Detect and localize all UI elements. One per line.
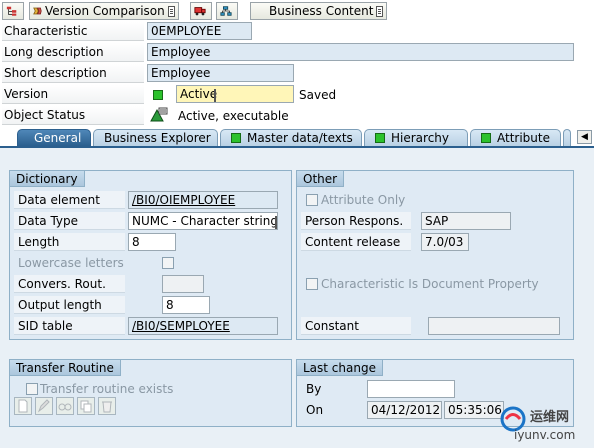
tab-business-explorer-label: Business Explorer	[104, 131, 211, 145]
tab-master-data[interactable]: Master data/texts	[220, 129, 362, 146]
version-label: Version	[2, 85, 144, 104]
tab-general-label: General	[34, 131, 82, 145]
last-change-title: Last change	[297, 360, 383, 376]
changed-on-time-field[interactable]: 05:35:06	[444, 401, 504, 419]
transfer-routine-toolbar	[14, 397, 120, 419]
constant-field[interactable]	[428, 317, 560, 335]
pencil-icon	[37, 399, 50, 413]
tree-icon	[6, 6, 17, 16]
tab-general[interactable]: General	[17, 129, 91, 146]
status-green-icon	[231, 133, 241, 143]
status-green-icon	[153, 90, 163, 100]
delete-button[interactable]	[98, 397, 116, 415]
tab-attribute[interactable]: Attribute	[470, 129, 561, 146]
scroll-left-icon: ◀	[581, 132, 588, 142]
compare-icon	[33, 7, 42, 15]
sid-table-field[interactable]: /BI0/SEMPLOYEE	[128, 317, 278, 335]
watermark-url: iyunv.com	[514, 428, 576, 442]
tab-hierarchy[interactable]: Hierarchy	[364, 129, 468, 146]
changed-by-field[interactable]	[367, 380, 455, 398]
tab-overflow[interactable]	[563, 129, 571, 146]
length-field[interactable]: 8	[128, 233, 176, 251]
long-description-field[interactable]: Employee	[147, 43, 574, 61]
lowercase-checkbox[interactable]	[162, 257, 174, 269]
attribute-only-label: Attribute Only	[321, 193, 406, 207]
data-element-label: Data element	[14, 191, 125, 209]
output-length-field[interactable]: 8	[162, 296, 210, 314]
dictionary-panel: Dictionary Data element /BI0/OIEMPLOYEE …	[9, 170, 292, 340]
other-panel: Other Attribute Only Person Respons. SAP…	[296, 170, 574, 340]
sid-table-label: SID table	[14, 317, 125, 335]
menu-icon	[167, 5, 175, 17]
trash-icon	[102, 401, 112, 413]
watermark: 运维网 iyunv.com	[500, 404, 594, 448]
characteristic-label: Characteristic	[2, 22, 144, 41]
status-green-icon	[481, 133, 491, 143]
transfer-routine-title: Transfer Routine	[10, 360, 121, 376]
person-respons-label: Person Respons.	[301, 212, 411, 230]
data-element-field[interactable]: /BI0/OIEMPLOYEE	[128, 191, 278, 209]
data-type-select[interactable]: NUMC - Character string	[128, 212, 278, 230]
object-status-label: Object Status	[2, 106, 144, 125]
object-status-value: Active, executable	[178, 109, 289, 123]
data-type-value: NUMC - Character string	[132, 214, 278, 228]
person-respons-field[interactable]: SAP	[421, 212, 511, 230]
copy-button[interactable]	[77, 397, 95, 415]
where-used-button[interactable]	[216, 2, 238, 20]
other-title: Other	[297, 171, 345, 187]
version-value: Active	[180, 87, 218, 101]
tab-master-data-label: Master data/texts	[247, 131, 353, 145]
dictionary-title: Dictionary	[10, 171, 85, 187]
tab-hierarchy-label: Hierarchy	[391, 131, 450, 145]
display-button[interactable]	[56, 397, 74, 415]
convers-rout-label: Convers. Rout.	[14, 275, 125, 293]
output-length-label: Output length	[14, 296, 125, 314]
tab-attribute-label: Attribute	[497, 131, 550, 145]
data-type-label: Data Type	[14, 212, 125, 230]
executable-status-icon	[150, 107, 168, 122]
business-content-button[interactable]: Business Content	[250, 2, 387, 20]
attribute-only-checkbox[interactable]	[306, 194, 318, 206]
convers-rout-field[interactable]	[162, 275, 204, 293]
char-doc-property-label: Characteristic Is Document Property	[321, 277, 539, 291]
content-release-label: Content release	[301, 233, 411, 251]
business-content-label: Business Content	[269, 4, 374, 18]
length-label: Length	[14, 233, 125, 251]
changed-by-label: By	[306, 382, 322, 396]
short-description-field[interactable]: Employee	[147, 64, 294, 82]
edit-button[interactable]	[35, 397, 53, 415]
glasses-icon	[58, 403, 72, 411]
version-select[interactable]: Active	[176, 85, 294, 103]
version-comparison-button[interactable]: Version Comparison	[29, 2, 179, 20]
transfer-routine-label: Transfer routine exists	[40, 382, 174, 396]
tab-business-explorer[interactable]: Business Explorer	[93, 129, 218, 146]
transfer-routine-panel: Transfer Routine Transfer routine exists	[9, 359, 292, 427]
transfer-routine-checkbox[interactable]	[26, 383, 38, 395]
dropdown-icon	[274, 216, 277, 229]
create-button[interactable]	[14, 397, 32, 415]
transport-button[interactable]	[190, 2, 212, 20]
changed-on-label: On	[306, 403, 324, 417]
version-comparison-label: Version Comparison	[44, 4, 165, 18]
new-document-icon	[18, 399, 28, 413]
char-doc-property-checkbox[interactable]	[306, 278, 318, 290]
lowercase-label: Lowercase letters	[18, 256, 124, 270]
long-description-label: Long description	[2, 43, 144, 62]
watermark-cn: 运维网	[530, 410, 570, 425]
status-green-icon	[375, 133, 385, 143]
truck-icon	[194, 7, 206, 16]
characteristic-field[interactable]: 0EMPLOYEE	[147, 22, 252, 40]
menu-icon	[376, 5, 383, 17]
changed-on-date-field[interactable]: 04/12/2012	[367, 401, 442, 419]
tab-scroll-left-button[interactable]: ◀	[577, 130, 592, 144]
constant-label: Constant	[301, 317, 411, 335]
short-description-label: Short description	[2, 64, 144, 83]
dropdown-icon	[214, 89, 217, 102]
hierarchy-button[interactable]	[2, 2, 24, 20]
content-release-field[interactable]: 7.0/03	[421, 233, 469, 251]
version-status: Saved	[299, 88, 337, 102]
network-icon	[220, 6, 232, 16]
copy-icon	[80, 400, 92, 413]
